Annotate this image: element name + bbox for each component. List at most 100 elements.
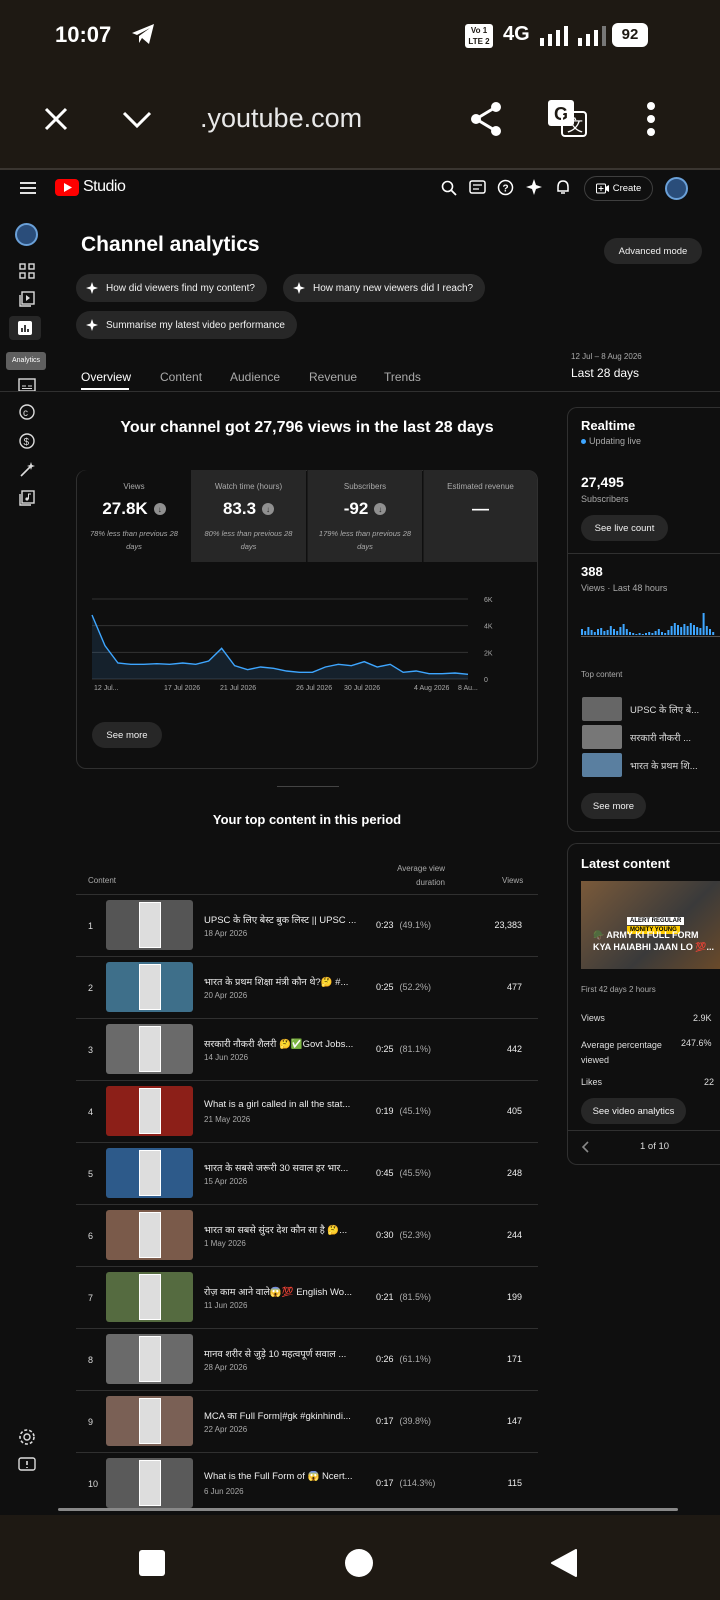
video-title[interactable]: भारत के प्रथम शिक्षा मंत्री कौन थे?🤔 #..… (204, 975, 364, 988)
video-thumbnail[interactable] (106, 962, 193, 1012)
sparkle-icon[interactable] (526, 179, 542, 195)
realtime-item[interactable]: UPSC के लिए बे... (582, 697, 720, 721)
suggestion-chip[interactable]: How did viewers find my content? (76, 274, 267, 302)
tab-audience[interactable]: Audience (230, 370, 280, 384)
video-title[interactable]: भारत का सबसे सुंदर देश कौन सा है 🤔... (204, 1223, 364, 1236)
video-title[interactable]: What is the Full Form of 😱 Ncert... (204, 1471, 364, 1482)
chevron-left-icon[interactable] (580, 1140, 590, 1154)
kpi-watch-time[interactable]: Watch time (hours) 83.3 ↓ 80% less than p… (191, 470, 306, 562)
video-title[interactable]: UPSC के लिए बेस्ट बुक लिस्ट || UPSC ... (204, 913, 364, 926)
video-thumbnail[interactable] (106, 1458, 193, 1508)
video-thumbnail[interactable] (106, 1334, 193, 1384)
col-avg-duration[interactable]: Average view duration (385, 862, 445, 890)
suggestion-chip[interactable]: Summarise my latest video performance (76, 311, 297, 339)
analytics-nav-item[interactable] (9, 316, 41, 340)
svg-text:$: $ (24, 437, 30, 448)
share-icon[interactable] (468, 100, 504, 138)
video-title[interactable]: भारत के सबसे जरूरी 30 सवाल हर भार... (204, 1161, 364, 1174)
video-thumbnail[interactable] (106, 900, 193, 950)
publish-date: 15 Apr 2026 (204, 1177, 248, 1186)
table-row[interactable]: 9 MCA का Full Form|#gk #gkinhindi... 22 Ap… (76, 1390, 538, 1452)
dashboard-icon[interactable] (18, 262, 36, 280)
see-live-count-button[interactable]: See live count (581, 515, 668, 541)
search-icon[interactable] (441, 180, 457, 196)
customization-icon[interactable] (18, 461, 36, 479)
table-row[interactable]: 3 सरकारी नौकरी शैलरी 🤔✅Govt Jobs... 14 Jun… (76, 1018, 538, 1080)
top-content-title: Your top content in this period (212, 812, 402, 827)
table-row[interactable]: 1 UPSC के लिए बेस्ट बुक लिस्ट || UPSC ...… (76, 894, 538, 956)
back-button[interactable] (550, 1549, 578, 1577)
channel-avatar[interactable] (15, 223, 38, 246)
tab-overview[interactable]: Overview (81, 370, 131, 384)
copyright-icon[interactable]: c (18, 403, 36, 421)
feedback-icon[interactable] (18, 1456, 36, 1474)
publish-date: 28 Apr 2026 (204, 1363, 248, 1372)
video-thumbnail[interactable] (106, 1396, 193, 1446)
tab-content[interactable]: Content (160, 370, 202, 384)
more-vert-icon[interactable] (645, 100, 657, 138)
views-count: 244 (506, 1230, 522, 1240)
see-video-analytics-button[interactable]: See video analytics (581, 1098, 686, 1124)
url-bar[interactable]: .youtube.com (200, 103, 362, 134)
chevron-down-icon[interactable] (120, 108, 154, 130)
comments-icon[interactable] (469, 180, 486, 197)
kpi-views[interactable]: Views 27.8K ↓ 78% less than previous 28 d… (77, 470, 191, 562)
video-title[interactable]: मानव शरीर से जुड़े 10 महत्वपूर्ण सवाल ..… (204, 1347, 364, 1360)
realtime-bar (581, 629, 583, 635)
latest-thumbnail[interactable]: ALERT REGULAR MONITY YOUNG 🪖 ARMY KI FUL… (581, 881, 720, 969)
realtime-item[interactable]: भारत के प्रथम शि... (582, 753, 720, 777)
translate-icon[interactable]: G文 (546, 98, 588, 138)
realtime-bar (622, 624, 625, 635)
x-tick-label: 21 Jul 2026 (220, 685, 256, 692)
kpi-subscribers[interactable]: Subscribers -92 ↓ 179% less than previous… (307, 470, 422, 562)
video-thumbnail[interactable] (106, 1272, 193, 1322)
table-row[interactable]: 7 रोज़ काम आने वाले😱💯 English Wo... 11 Jun… (76, 1266, 538, 1328)
table-row[interactable]: 5 भारत के सबसे जरूरी 30 सवाल हर भार... 15 … (76, 1142, 538, 1204)
advanced-mode-button[interactable]: Advanced mode (604, 238, 702, 264)
realtime-title: Realtime (581, 418, 636, 433)
help-icon[interactable]: ? (497, 179, 514, 196)
menu-icon[interactable] (20, 181, 36, 195)
earn-icon[interactable]: $ (18, 432, 36, 450)
table-row[interactable]: 4 What is a girl called in all the stat..… (76, 1080, 538, 1142)
table-row[interactable]: 2 भारत के प्रथम शिक्षा मंत्री कौन थे?🤔 #.… (76, 956, 538, 1018)
tab-revenue[interactable]: Revenue (309, 370, 357, 384)
recents-button[interactable] (139, 1550, 165, 1576)
avatar[interactable] (665, 177, 688, 200)
settings-icon[interactable] (18, 1428, 36, 1446)
clock: 10:07 (55, 22, 112, 47)
realtime-bar (597, 629, 599, 635)
kpi-revenue[interactable]: Estimated revenue — (423, 470, 537, 562)
table-row[interactable]: 8 मानव शरीर से जुड़े 10 महत्वपूर्ण सवाल .… (76, 1328, 538, 1390)
video-title[interactable]: सरकारी नौकरी शैलरी 🤔✅Govt Jobs... (204, 1037, 364, 1050)
horizontal-scrollbar[interactable] (58, 1508, 678, 1511)
video-thumbnail[interactable] (106, 1148, 193, 1198)
studio-logo[interactable]: Studio (55, 178, 126, 196)
table-row[interactable]: 10 What is the Full Form of 😱 Ncert... 6 J… (76, 1452, 538, 1514)
video-title[interactable]: MCA का Full Form|#gk #gkinhindi... (204, 1409, 364, 1422)
thumbnail-frame (138, 964, 161, 1010)
latest-likes-label: Likes (581, 1077, 603, 1087)
video-thumbnail[interactable] (106, 1210, 193, 1260)
table-row[interactable]: 6 भारत का सबसे सुंदर देश कौन सा है 🤔... 1 … (76, 1204, 538, 1266)
audio-library-icon[interactable] (18, 489, 36, 507)
col-views[interactable]: Views (502, 876, 523, 885)
publish-date: 14 Jun 2026 (204, 1053, 249, 1062)
see-more-button[interactable]: See more (92, 722, 162, 748)
tab-trends[interactable]: Trends (384, 370, 421, 384)
realtime-see-more-button[interactable]: See more (581, 793, 646, 819)
bell-icon[interactable] (555, 179, 571, 196)
close-icon[interactable] (42, 105, 70, 133)
date-range-picker[interactable]: 12 Jul – 8 Aug 2026 Last 28 days (571, 352, 642, 380)
suggestion-chip[interactable]: How many new viewers did I reach? (283, 274, 486, 302)
video-title[interactable]: What is a girl called in all the stat... (204, 1099, 364, 1110)
content-icon[interactable] (18, 290, 36, 308)
youtube-logo-icon (55, 178, 79, 196)
create-button[interactable]: Create (584, 176, 653, 201)
video-title[interactable]: रोज़ काम आने वाले😱💯 English Wo... (204, 1285, 364, 1298)
home-button[interactable] (345, 1549, 373, 1577)
publish-date: 11 Jun 2026 (204, 1301, 248, 1310)
realtime-item[interactable]: सरकारी नौकरी ... (582, 725, 720, 749)
video-thumbnail[interactable] (106, 1086, 193, 1136)
video-thumbnail[interactable] (106, 1024, 193, 1074)
